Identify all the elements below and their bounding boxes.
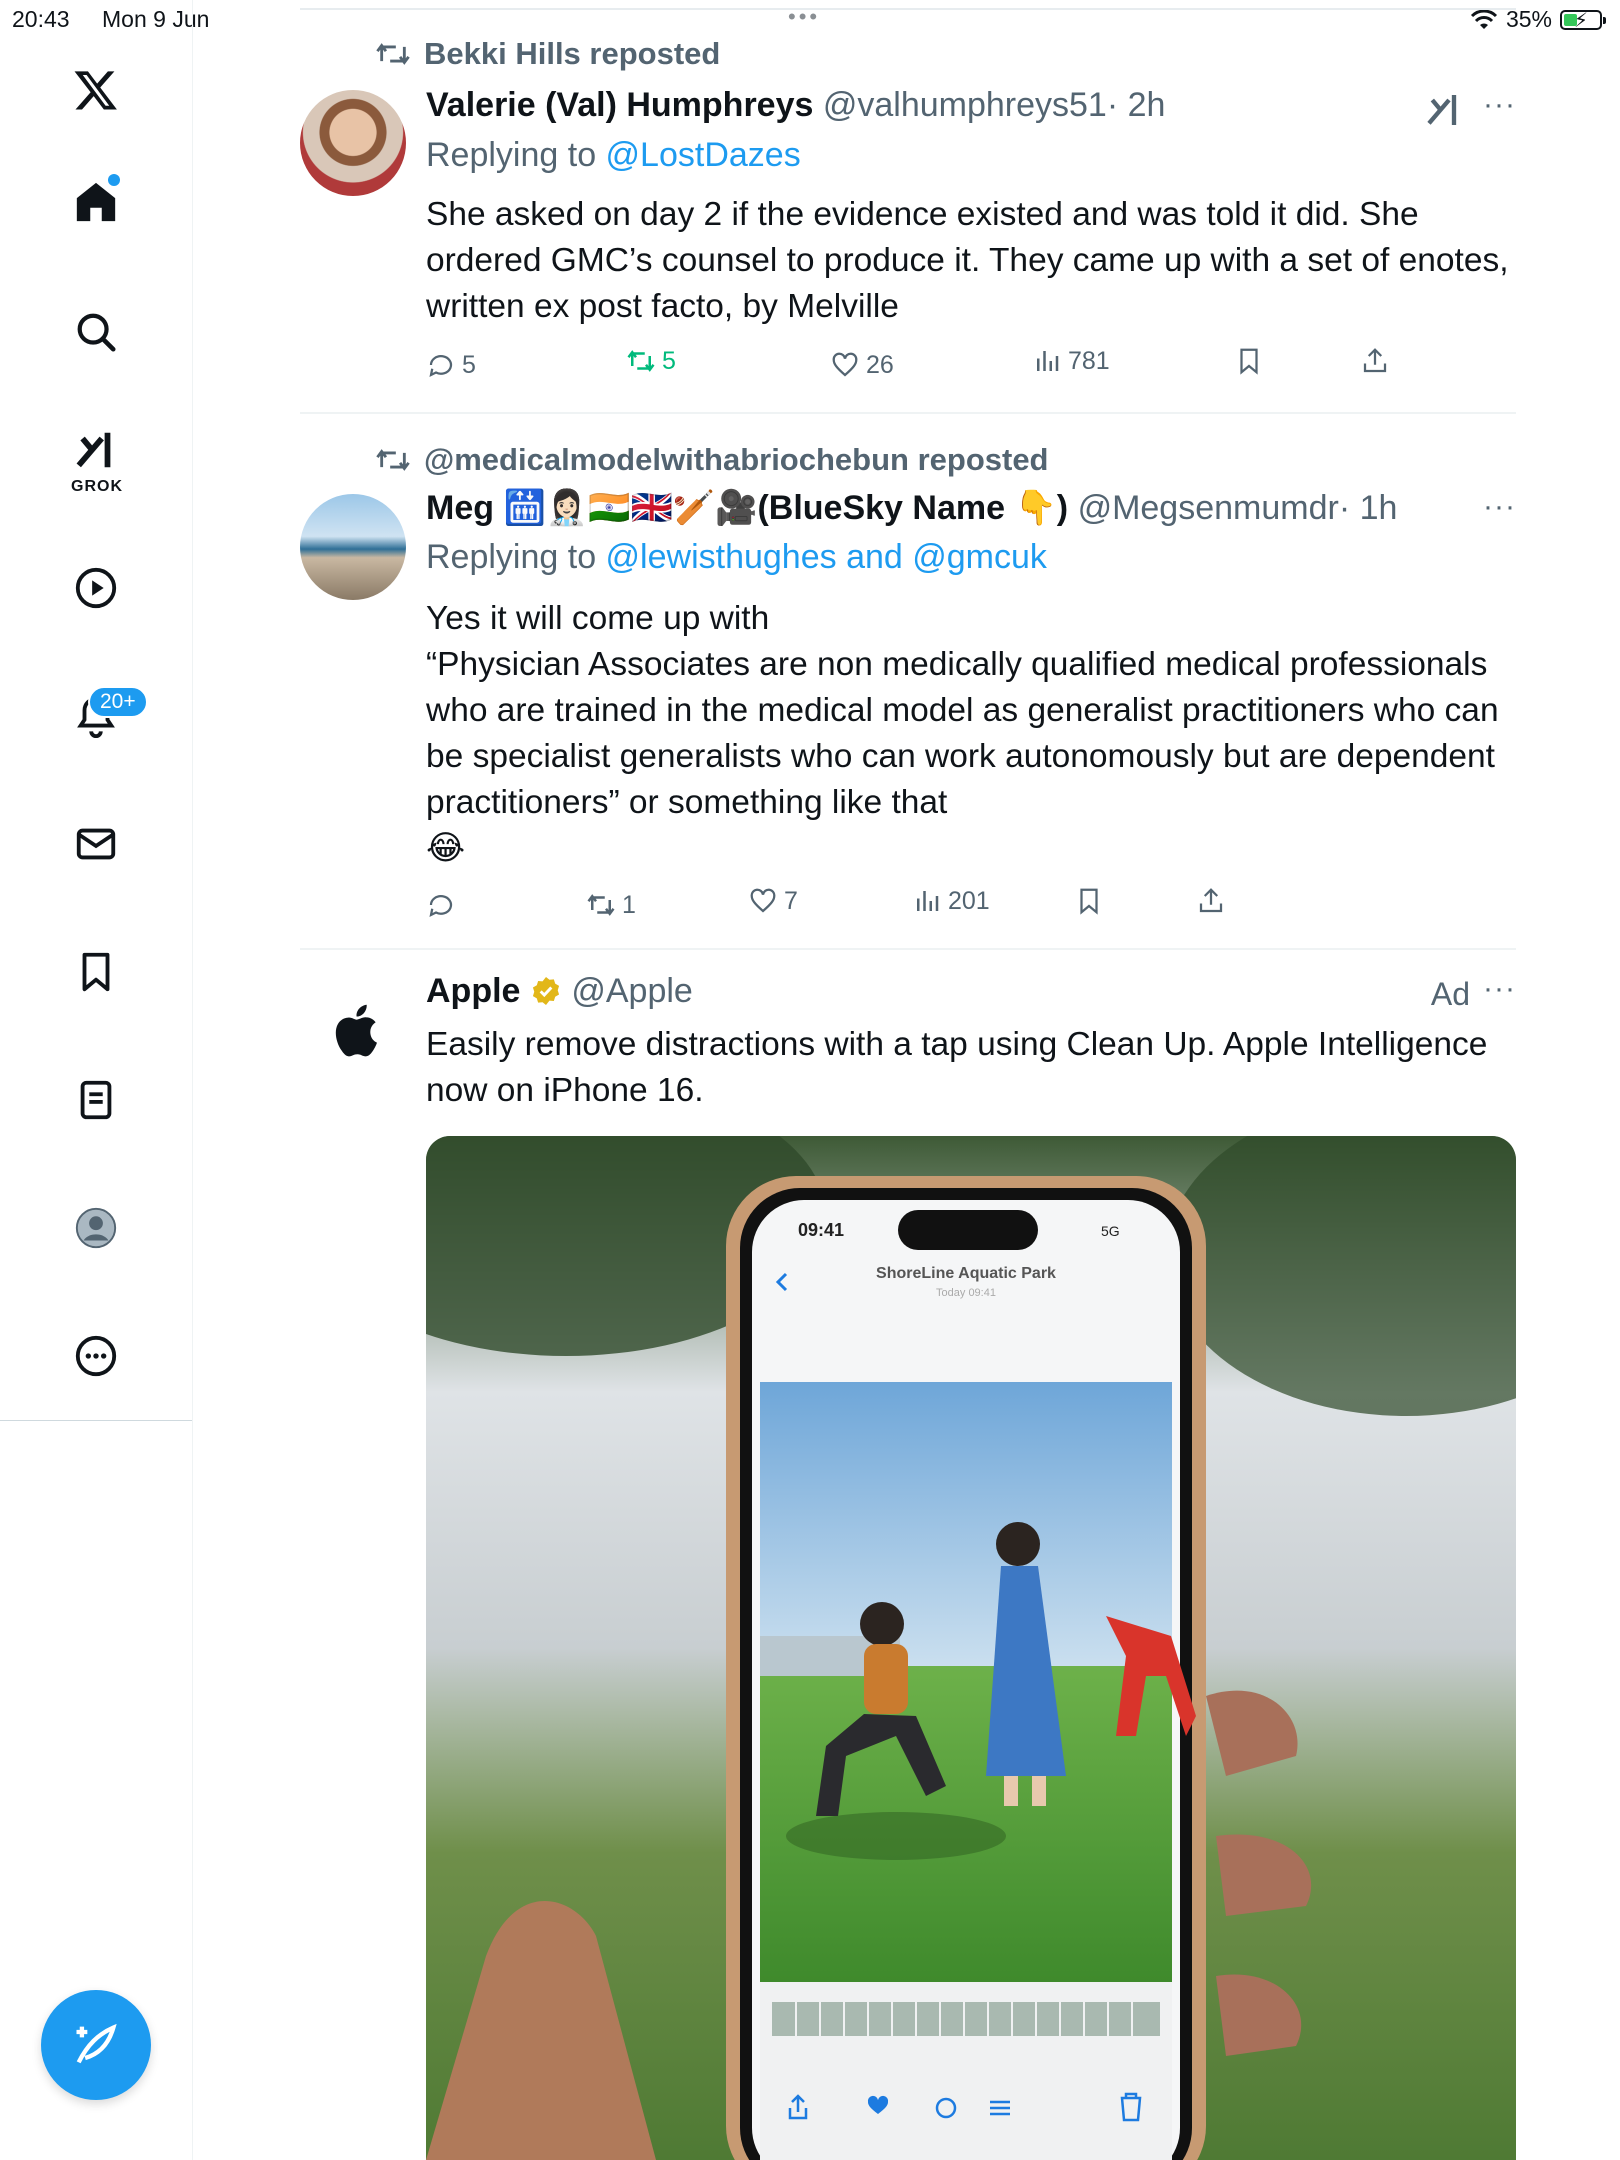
heart-icon [750, 888, 776, 913]
profile-avatar-icon[interactable] [66, 1198, 126, 1258]
phone-time: 09:41 [798, 1220, 844, 1240]
feed-top-border [300, 8, 1516, 10]
post-more-icon[interactable]: ··· [1483, 490, 1516, 524]
post-time[interactable]: · 1h [1339, 489, 1398, 527]
dynamic-island [898, 1210, 1038, 1250]
repost-icon [587, 894, 615, 916]
replying-to-link[interactable]: @LostDazes [606, 136, 801, 174]
replying-to-label: Replying to [426, 136, 606, 174]
like-count: 26 [866, 350, 894, 379]
views-chart-icon [1037, 351, 1059, 371]
post-more-icon[interactable]: ··· [1483, 88, 1516, 122]
post-text: She asked on day 2 if the evidence exist… [426, 196, 1509, 325]
replying-to-label: Replying to [426, 538, 606, 576]
bookmarks-icon[interactable] [66, 942, 126, 1002]
repost-icon [376, 43, 410, 65]
post-time[interactable]: · 2h [1107, 86, 1166, 124]
reply-count: 5 [462, 350, 476, 379]
grok-icon[interactable] [66, 420, 126, 480]
messages-envelope-icon[interactable] [66, 814, 126, 874]
phone-album-title: ShoreLine Aquatic Park [876, 1265, 1056, 1282]
compose-feather-icon [76, 2023, 117, 2064]
views-count: 201 [948, 886, 990, 915]
views-button[interactable]: 781 [1032, 346, 1110, 376]
phone-signal: 5G [1101, 1223, 1120, 1239]
repost-attribution[interactable]: Bekki Hills reposted [424, 36, 720, 72]
like-button[interactable]: 7 [748, 886, 798, 916]
repost-count: 1 [622, 890, 636, 919]
home-unread-dot [108, 174, 120, 186]
sidebar-divider [0, 1420, 192, 1421]
reply-button[interactable]: 5 [426, 350, 476, 380]
ad-media-image[interactable]: 09:41 5G ShoreLine Aquatic Park Today 09… [426, 1136, 1516, 2160]
bookmark-button[interactable] [1234, 346, 1264, 376]
video-play-icon[interactable] [66, 558, 126, 618]
reply-icon [429, 895, 453, 918]
repost-button[interactable]: 5 [626, 346, 676, 376]
repost-icon [627, 350, 655, 372]
heart-icon [832, 352, 858, 377]
battery-percent: 35% [1505, 6, 1552, 32]
author-avatar[interactable] [300, 494, 406, 600]
post-more-icon[interactable]: ··· [1483, 972, 1516, 1006]
post-divider [300, 412, 1516, 414]
share-button[interactable] [1196, 886, 1226, 916]
advertiser-handle[interactable]: @Apple [571, 972, 692, 1010]
lists-icon[interactable] [66, 1070, 126, 1130]
author-handle[interactable]: @valhumphreys51 [823, 86, 1107, 124]
repost-icon [376, 449, 410, 471]
share-icon [1363, 348, 1387, 373]
apple-logo-icon[interactable] [328, 1000, 380, 1060]
views-chart-icon [917, 891, 939, 911]
more-options-icon[interactable] [66, 1326, 126, 1386]
battery-icon: ⚡ [1560, 9, 1606, 32]
views-count: 781 [1068, 346, 1110, 375]
notifications-badge: 20+ [88, 686, 148, 718]
reply-button[interactable] [426, 890, 462, 920]
x-logo-icon[interactable] [66, 60, 126, 120]
ad-text: Easily remove distractions with a tap us… [426, 1026, 1488, 1109]
sidebar-nav: GROK 20+ [0, 0, 193, 2160]
grok-label: GROK [71, 478, 123, 495]
advertiser-name[interactable]: Apple [426, 972, 520, 1010]
repost-count: 5 [662, 346, 676, 375]
share-button[interactable] [1360, 346, 1390, 376]
phone-album-subtitle: Today 09:41 [936, 1287, 996, 1299]
compose-post-button[interactable] [41, 1990, 151, 2100]
post-divider [300, 948, 1516, 950]
like-count: 7 [784, 886, 798, 915]
repost-attribution[interactable]: @medicalmodelwithabriochebun reposted [424, 442, 1049, 478]
author-name[interactable]: Meg 🛗👩🏻‍⚕️🇮🇳🇬🇧🏏🎥(BlueSky Name 👇) [426, 489, 1068, 527]
share-icon [1199, 888, 1223, 913]
search-icon[interactable] [66, 302, 126, 362]
post-actions: 5 5 26 781 [426, 347, 1426, 390]
author-avatar[interactable] [300, 90, 406, 196]
repost-button[interactable]: 1 [586, 890, 636, 920]
bookmark-icon [1080, 888, 1098, 915]
replying-to-link[interactable]: @lewisthughes and @gmcuk [606, 538, 1047, 576]
grok-explain-icon[interactable] [1424, 90, 1464, 130]
status-bar: 20:43 Mon 9 Jun ••• 35% ⚡ [0, 0, 1620, 40]
verified-gold-badge-icon [532, 977, 559, 1005]
post-actions: 1 7 201 [426, 887, 1426, 930]
bookmark-icon [1240, 348, 1258, 375]
author-handle[interactable]: @Megsenmumdr [1078, 489, 1339, 527]
post-text: Yes it will come up with “Physician Asso… [426, 600, 1499, 867]
like-button[interactable]: 26 [830, 350, 894, 380]
bookmark-button[interactable] [1074, 886, 1104, 916]
author-name[interactable]: Valerie (Val) Humphreys [426, 86, 813, 124]
ad-label: Ad [1430, 976, 1470, 1012]
wifi-icon [1470, 9, 1498, 29]
reply-icon [429, 355, 453, 378]
views-button[interactable]: 201 [912, 886, 990, 916]
